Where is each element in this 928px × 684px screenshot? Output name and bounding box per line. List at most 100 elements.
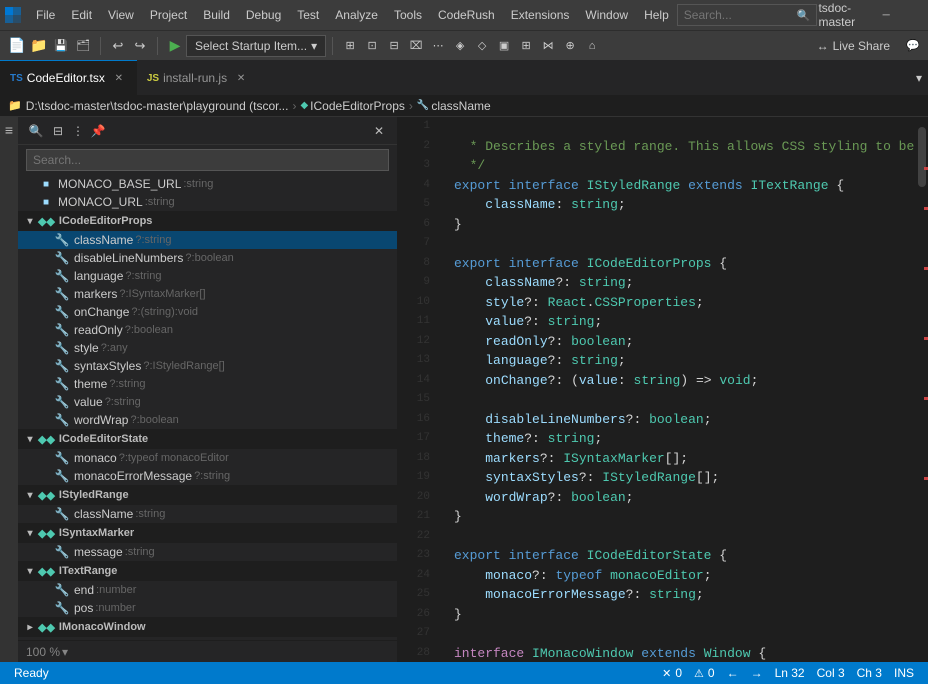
tb-btn-8[interactable]: ▣ (493, 35, 515, 57)
tab-codeeditor-close[interactable]: ✕ (111, 70, 127, 86)
save-all-button[interactable]: 🗂 (72, 35, 94, 57)
tb-btn-11[interactable]: ⊕ (559, 35, 581, 57)
status-error[interactable]: ✕ 0 (656, 666, 688, 680)
tree-item-wordwrap[interactable]: 🔧 wordWrap ?:boolean (18, 411, 397, 429)
breadcrumb-classname[interactable]: className (431, 99, 490, 113)
tab-scroll-right[interactable]: ▾ (910, 60, 928, 95)
menu-tools[interactable]: Tools (386, 4, 430, 26)
sidebar-sort-btn[interactable]: ⋮ (68, 121, 88, 141)
menu-help[interactable]: Help (636, 4, 677, 26)
tab-codeeditor[interactable]: TS CodeEditor.tsx ✕ (0, 60, 137, 95)
toolbar-group-1: 📄 📁 💾 🗂 (4, 35, 96, 57)
open-folder-button[interactable]: 📁 (28, 35, 50, 57)
new-file-button[interactable]: 📄 (6, 35, 28, 57)
tree-section-icodeeditorprops[interactable]: ▾ ◆◆ ICodeEditorProps (18, 211, 397, 231)
sidebar-pin-btn[interactable]: 📌 (88, 121, 108, 141)
tree-item-monaco[interactable]: 🔧 monaco ?:typeof monacoEditor (18, 449, 397, 467)
tb-btn-12[interactable]: ⌂ (581, 35, 603, 57)
status-warning[interactable]: ⚠ 0 (688, 666, 721, 680)
menu-window[interactable]: Window (577, 4, 636, 26)
tree-item-end[interactable]: 🔧 end :number (18, 581, 397, 599)
search-input[interactable] (677, 4, 817, 26)
tb-btn-6[interactable]: ◈ (449, 35, 471, 57)
tree-label: pos (74, 601, 93, 615)
tree-item-monaco-base-url[interactable]: ■ MONACO_BASE_URL :string (18, 175, 397, 193)
minimize-button[interactable]: ─ (863, 0, 909, 30)
undo-button[interactable]: ↩ (107, 35, 129, 57)
tree-item-language[interactable]: 🔧 language ?:string (18, 267, 397, 285)
menu-codepush[interactable]: CodeRush (430, 4, 503, 26)
tb-btn-5[interactable]: ⋯ (427, 35, 449, 57)
sidebar-search-btn[interactable]: 🔍 (26, 121, 46, 141)
tree-item-value[interactable]: 🔧 value ?:string (18, 393, 397, 411)
tree-item-theme[interactable]: 🔧 theme ?:string (18, 375, 397, 393)
tree-item-syntaxstyles[interactable]: 🔧 syntaxStyles ?:IStyledRange[] (18, 357, 397, 375)
collapse-arrow: ▾ (22, 487, 38, 503)
vertical-scrollbar[interactable] (914, 117, 928, 662)
tab-ts-icon: TS (10, 73, 23, 84)
tree-section-imonacowindow[interactable]: ▸ ◆◆ IMonacoWindow (18, 617, 397, 637)
tree-section-itextrange[interactable]: ▾ ◆◆ ITextRange (18, 561, 397, 581)
status-ch[interactable]: Ch 3 (851, 666, 888, 680)
redo-button[interactable]: ↪ (129, 35, 151, 57)
menu-test[interactable]: Test (289, 4, 327, 26)
feedback-button[interactable]: 💬 (902, 35, 924, 57)
menu-project[interactable]: Project (142, 4, 195, 26)
menu-extensions[interactable]: Extensions (503, 4, 578, 26)
sidebar-collapse-btn[interactable]: ⊟ (48, 121, 68, 141)
menu-file[interactable]: File (28, 4, 63, 26)
tree-item-istyledrange-classname[interactable]: 🔧 className :string (18, 505, 397, 523)
tb-btn-7[interactable]: ◇ (471, 35, 493, 57)
breadcrumb-path[interactable]: D:\tsdoc-master\tsdoc-master\playground … (26, 99, 289, 113)
tree-section-icodeeditorstate[interactable]: ▾ ◆◆ ICodeEditorState (18, 429, 397, 449)
status-ready[interactable]: Ready (8, 666, 55, 680)
run-button[interactable]: ▶ (164, 35, 186, 57)
activity-explorer[interactable]: ≡ (0, 121, 18, 139)
toolbar: 📄 📁 💾 🗂 ↩ ↪ ▶ Select Startup Item... ▾ ⊞… (0, 30, 928, 60)
menu-debug[interactable]: Debug (238, 4, 289, 26)
status-ins[interactable]: INS (888, 666, 920, 680)
tree-item-disablelinenumbers[interactable]: 🔧 disableLineNumbers ?:boolean (18, 249, 397, 267)
tree-item-monacoerror[interactable]: 🔧 monacoErrorMessage ?:string (18, 467, 397, 485)
tab-installrun[interactable]: JS install-run.js ✕ (137, 60, 259, 95)
maximize-button[interactable]: □ (909, 0, 928, 30)
tree-section-istyledrange[interactable]: ▾ ◆◆ IStyledRange (18, 485, 397, 505)
save-button[interactable]: 💾 (50, 35, 72, 57)
tree-item-style[interactable]: 🔧 style ?:any (18, 339, 397, 357)
menu-analyze[interactable]: Analyze (327, 4, 386, 26)
status-nav-forward[interactable]: → (745, 666, 769, 680)
tree-type: ?:any (101, 342, 128, 354)
status-line-col[interactable]: Ln 32 (769, 666, 811, 680)
tab-installrun-close[interactable]: ✕ (233, 70, 249, 86)
tb-btn-1[interactable]: ⊞ (339, 35, 361, 57)
tb-btn-3[interactable]: ⊟ (383, 35, 405, 57)
zoom-dropdown-icon[interactable]: ▾ (62, 645, 68, 659)
status-col[interactable]: Col 3 (811, 666, 851, 680)
tb-btn-2[interactable]: ⊡ (361, 35, 383, 57)
tree-item-classname[interactable]: 🔧 className ?:string (18, 231, 397, 249)
code-editor[interactable]: 1234567891011121314151617181920212223242… (398, 117, 928, 662)
error-count: 0 (675, 666, 682, 680)
tb-btn-10[interactable]: ⋈ (537, 35, 559, 57)
tree-item-markers[interactable]: 🔧 markers ?:ISyntaxMarker[] (18, 285, 397, 303)
tree-item-pos[interactable]: 🔧 pos :number (18, 599, 397, 617)
liveshare-button[interactable]: ↔ Live Share (809, 37, 898, 55)
status-nav-back[interactable]: ← (721, 666, 745, 680)
tree-type: ?:string (109, 378, 145, 390)
code-content[interactable]: * Describes a styled range. This allows … (446, 117, 914, 662)
breadcrumb-icodeeditorprops[interactable]: ICodeEditorProps (310, 99, 405, 113)
menu-view[interactable]: View (100, 4, 142, 26)
menu-edit[interactable]: Edit (63, 4, 100, 26)
tb-btn-9[interactable]: ⊞ (515, 35, 537, 57)
tb-btn-4[interactable]: ⌧ (405, 35, 427, 57)
menu-build[interactable]: Build (195, 4, 238, 26)
tree-item-message[interactable]: 🔧 message :string (18, 543, 397, 561)
error-icon: ✕ (662, 667, 671, 680)
tree-item-onchange[interactable]: 🔧 onChange ?:(string):void (18, 303, 397, 321)
tree-item-readonly[interactable]: 🔧 readOnly ?:boolean (18, 321, 397, 339)
sidebar-search-input[interactable] (26, 149, 389, 171)
startup-selector[interactable]: Select Startup Item... ▾ (186, 35, 326, 57)
sidebar-more-btn[interactable]: ✕ (369, 121, 389, 141)
tree-item-monaco-url[interactable]: ■ MONACO_URL :string (18, 193, 397, 211)
tree-section-isyntaxmarker[interactable]: ▾ ◆◆ ISyntaxMarker (18, 523, 397, 543)
